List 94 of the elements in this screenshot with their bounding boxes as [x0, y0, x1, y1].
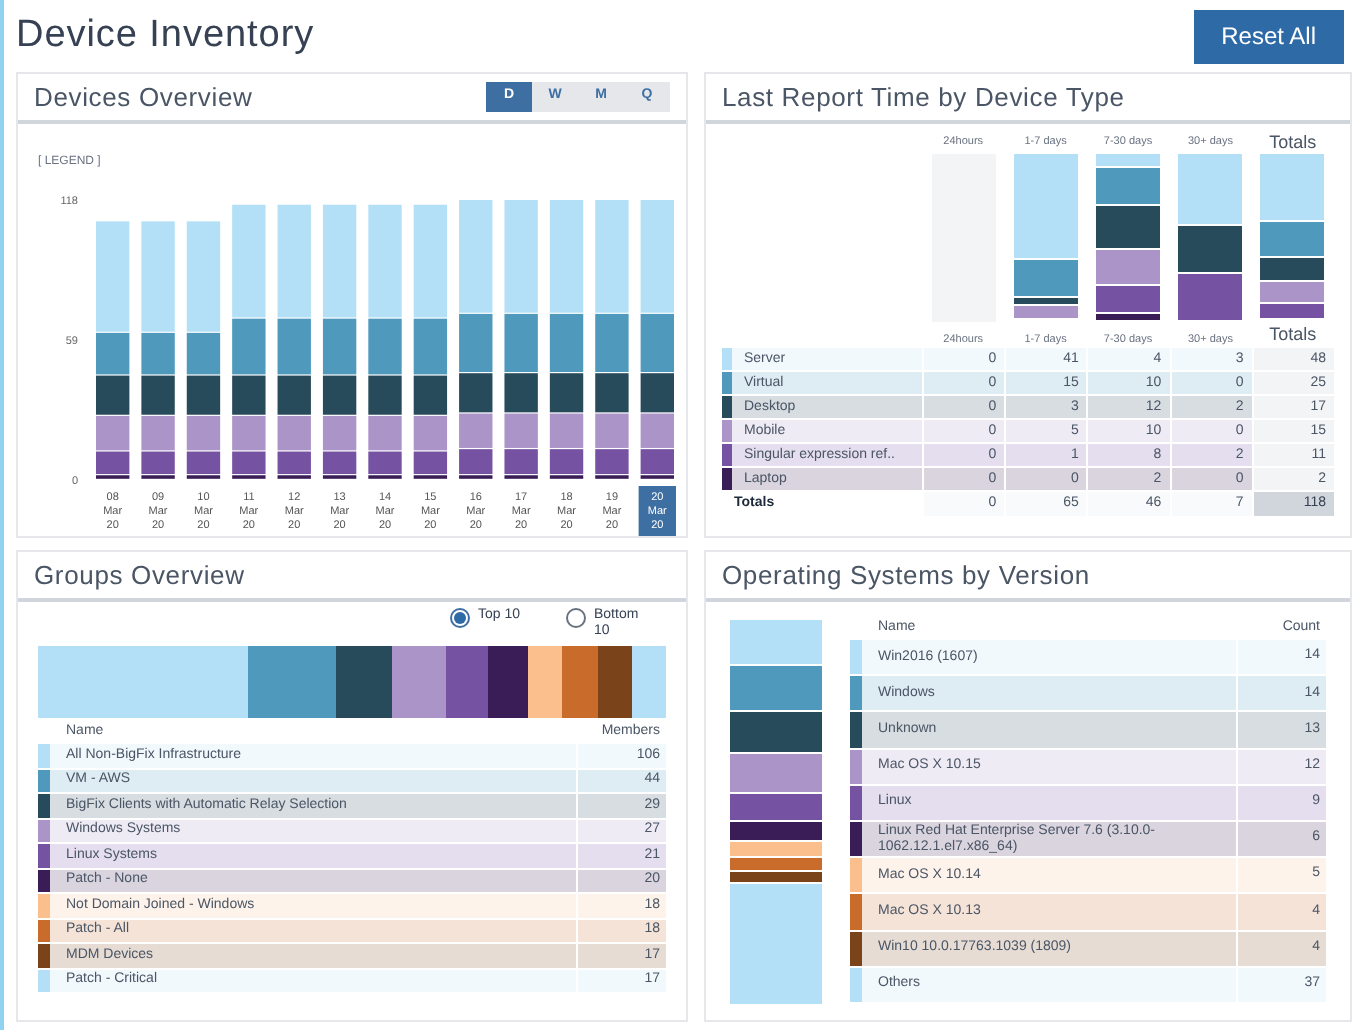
bar: [459, 313, 493, 373]
bar: [595, 413, 629, 448]
stacked-bar[interactable]: [1260, 154, 1325, 322]
bar: [232, 451, 266, 475]
stacked-bar[interactable]: [413, 204, 448, 479]
column-header: Totals: [1269, 132, 1317, 154]
bar: [322, 415, 357, 451]
bar: [96, 221, 130, 332]
bar: [322, 375, 357, 415]
bar: [186, 332, 221, 375]
column-header: Totals: [1267, 321, 1319, 347]
bar: [322, 204, 357, 318]
bar: [368, 204, 402, 318]
bar: [96, 332, 130, 375]
bar: [413, 318, 448, 375]
bar: [549, 449, 584, 475]
bar: [368, 451, 402, 475]
stacked-bar[interactable]: [322, 204, 357, 479]
panel-title: Devices Overview: [34, 79, 253, 116]
bar: [504, 449, 538, 475]
bar: [413, 451, 448, 475]
bar: [96, 451, 130, 475]
bar: [141, 221, 175, 332]
stacked-bar[interactable]: [232, 204, 266, 479]
bar: [459, 449, 493, 475]
bar: [277, 451, 311, 475]
stacked-bar[interactable]: [549, 200, 584, 479]
page-title: Device Inventory: [16, 11, 315, 60]
stacked-bar[interactable]: [459, 200, 493, 479]
bar: [96, 415, 130, 451]
stacked-bar[interactable]: [141, 221, 175, 479]
bar: [141, 451, 175, 475]
stacked-bar[interactable]: [368, 204, 402, 479]
bar: [186, 221, 221, 332]
stacked-bar[interactable]: [595, 200, 629, 479]
bar: [277, 415, 311, 451]
bar: [277, 204, 311, 318]
panel-title: Operating Systems by Version: [722, 557, 1090, 594]
bar: [232, 415, 266, 451]
radio-icon[interactable]: [566, 608, 586, 628]
stacked-bar[interactable]: [96, 221, 130, 479]
bar: [459, 200, 493, 313]
bar: [413, 375, 448, 415]
bar: [640, 449, 674, 475]
stacked-bar[interactable]: [1096, 154, 1160, 322]
bar: [322, 451, 357, 475]
stacked-bar[interactable]: [504, 200, 538, 479]
stacked-bar[interactable]: [277, 204, 311, 479]
bar: [504, 200, 538, 313]
bar: [459, 373, 493, 413]
bar: [232, 204, 266, 318]
bar: [186, 451, 221, 475]
bar: [549, 413, 584, 448]
bar: [595, 313, 629, 373]
bar: [186, 375, 221, 415]
bar: [640, 313, 674, 373]
panel-title: Last Report Time by Device Type: [722, 79, 1125, 116]
bar: [504, 413, 538, 448]
groups-bar[interactable]: [38, 646, 666, 718]
bar: [595, 449, 629, 475]
bar: [368, 375, 402, 415]
bar: [549, 313, 584, 373]
bar: [640, 413, 674, 448]
bar: [413, 204, 448, 318]
bar: [141, 415, 175, 451]
bar: [549, 200, 584, 313]
bar: [141, 332, 175, 375]
bar: [368, 318, 402, 375]
reset-button[interactable]: Reset All: [1193, 9, 1344, 63]
bar: [368, 415, 402, 451]
bar: [96, 375, 130, 415]
stacked-bar[interactable]: [1178, 154, 1243, 322]
bar: [640, 373, 674, 413]
bar: [277, 318, 311, 375]
bar: [277, 375, 311, 415]
stacked-bar[interactable]: [640, 200, 674, 479]
bar: [232, 375, 266, 415]
bar: [504, 313, 538, 373]
bar: [640, 200, 674, 313]
bar: [186, 415, 221, 451]
radio-icon[interactable]: [450, 608, 470, 628]
bar: [232, 318, 266, 375]
bar: [413, 415, 448, 451]
bar: [595, 373, 629, 413]
stacked-bar[interactable]: [186, 221, 221, 479]
bar: [141, 375, 175, 415]
bar: [459, 413, 493, 448]
stacked-bar[interactable]: [1013, 154, 1078, 322]
bar: [595, 200, 629, 313]
os-bar[interactable]: [730, 620, 822, 1006]
bar: [504, 373, 538, 413]
panel-title: Groups Overview: [34, 557, 245, 594]
bar: [549, 373, 584, 413]
bar: [322, 318, 357, 375]
